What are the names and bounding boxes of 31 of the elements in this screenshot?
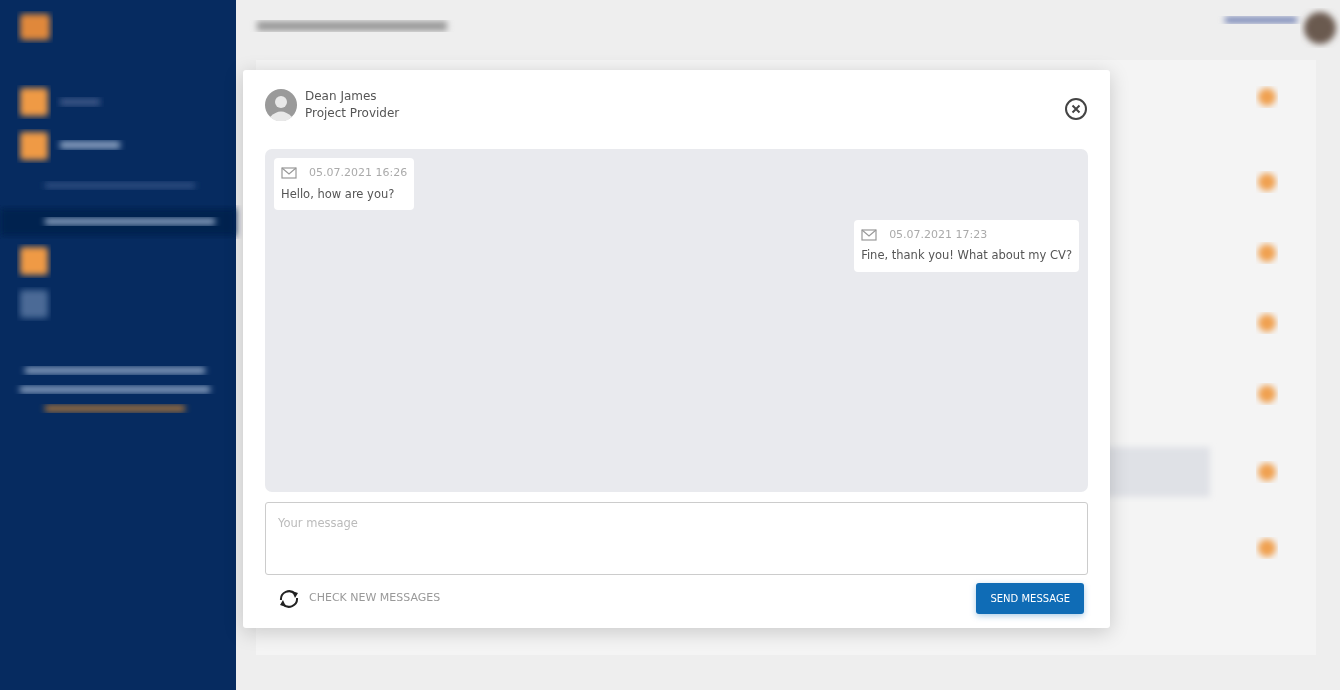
message-time: 05.07.2021 16:26 — [309, 165, 408, 181]
blurred-logo — [20, 14, 50, 40]
envelope-icon — [861, 229, 878, 241]
blurred-menu-icon — [20, 88, 48, 116]
status-dot — [1258, 88, 1276, 106]
status-dot — [1258, 244, 1276, 262]
blurred-text — [60, 141, 120, 149]
blurred-menu-icon — [20, 132, 48, 160]
refresh-icon — [277, 588, 301, 609]
message-text: Hello, how are you? — [281, 185, 396, 203]
status-dot — [1258, 539, 1276, 557]
close-icon — [1064, 96, 1088, 121]
check-messages-button[interactable]: CHECK NEW MESSAGES — [265, 588, 441, 609]
blurred-menu-icon — [20, 247, 48, 275]
blurred-avatar — [1304, 12, 1336, 44]
status-dot — [1258, 173, 1276, 191]
message-text: Fine, thank you! What about my CV? — [861, 247, 1072, 265]
message-field[interactable]: Your message — [265, 501, 1088, 575]
status-dot — [1258, 314, 1276, 332]
send-message-button[interactable]: SEND MESSAGE — [976, 583, 1084, 614]
message-time: 05.07.2021 17:23 — [889, 226, 988, 243]
envelope-icon — [281, 167, 297, 180]
avatar — [265, 89, 297, 121]
blurred-text — [1225, 17, 1297, 23]
blurred-text — [60, 98, 100, 106]
close-button[interactable] — [1064, 96, 1088, 120]
status-dot — [1258, 463, 1276, 481]
status-dot — [1258, 385, 1276, 403]
contact-role: Project Provider — [305, 105, 400, 122]
contact-name: Dean James — [305, 88, 378, 105]
blurred-menu-icon — [20, 290, 48, 318]
